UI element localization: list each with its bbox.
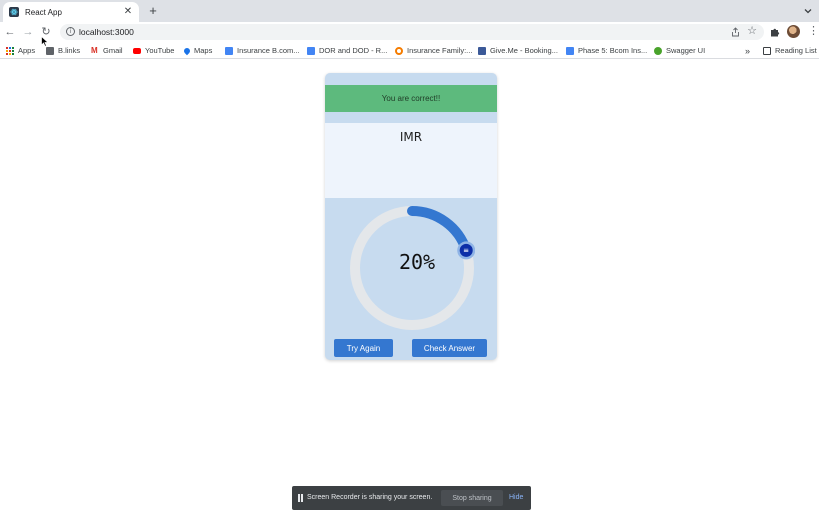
browser-tab[interactable]: React App ✕ xyxy=(3,2,139,22)
quiz-word: IMR xyxy=(399,130,423,144)
profile-avatar[interactable] xyxy=(787,25,800,38)
bookmark-swagger[interactable]: Swagger UI xyxy=(654,45,705,56)
bookmark-label: Give.Me - Booking... xyxy=(490,46,558,55)
reading-list-button[interactable]: Reading List xyxy=(763,45,817,56)
screen-share-bar: Screen Recorder is sharing your screen. … xyxy=(292,486,531,510)
folder-icon xyxy=(46,46,54,55)
docs-icon xyxy=(225,46,233,55)
word-panel: IMR xyxy=(325,123,497,198)
react-favicon-icon xyxy=(9,7,19,17)
bookmark-label: B.links xyxy=(58,46,81,55)
maps-pin-icon xyxy=(182,46,192,55)
tab-title: React App xyxy=(25,7,62,17)
bookmarks-overflow-button[interactable]: » xyxy=(745,45,750,56)
bookmark-maps[interactable]: Maps xyxy=(182,45,213,56)
bookmark-label: Insurance Family:... xyxy=(407,46,473,55)
bookmark-apps[interactable]: Apps xyxy=(6,45,35,56)
orange-logo-icon xyxy=(395,46,403,55)
feedback-text: You are correct!! xyxy=(381,94,441,103)
youtube-icon xyxy=(133,47,141,54)
docs-icon xyxy=(307,46,315,55)
tab-strip: React App ✕ + xyxy=(0,0,819,22)
feedback-banner: You are correct!! xyxy=(325,85,497,112)
bookmark-label: Insurance B.com... xyxy=(237,46,300,55)
bookmark-label: Maps xyxy=(194,46,213,55)
mouse-cursor-icon xyxy=(41,36,49,47)
bookmark-gmail[interactable]: M Gmail xyxy=(91,45,123,56)
try-again-button[interactable]: Try Again xyxy=(334,339,393,357)
reading-list-icon xyxy=(763,46,771,55)
address-bar[interactable]: i localhost:3000 ☆ xyxy=(60,24,764,40)
bookmarks-bar: Apps B.links M Gmail YouTube Maps Insura… xyxy=(0,42,819,59)
bookmark-giveme[interactable]: Give.Me - Booking... xyxy=(478,45,558,56)
bookmark-label: Gmail xyxy=(103,46,123,55)
givemee-icon xyxy=(478,46,486,55)
extensions-puzzle-icon[interactable] xyxy=(770,27,780,37)
url-text[interactable]: localhost:3000 xyxy=(79,27,134,37)
quiz-card: You are correct!! IMR ≡ 20% Try Again Ch… xyxy=(325,73,497,360)
bookmark-label: YouTube xyxy=(145,46,175,55)
tab-close-icon[interactable]: ✕ xyxy=(123,7,133,17)
progress-percent-label: 20% xyxy=(398,250,436,274)
hide-button[interactable]: Hide xyxy=(509,494,523,501)
pause-icon xyxy=(298,494,303,502)
site-info-icon[interactable]: i xyxy=(66,27,75,36)
stop-sharing-button[interactable]: Stop sharing xyxy=(441,490,503,506)
bookmark-blinks[interactable]: B.links xyxy=(46,45,80,56)
forward-button[interactable]: → xyxy=(22,26,34,38)
bookmark-youtube[interactable]: YouTube xyxy=(133,45,174,56)
tab-search-chevron-icon[interactable] xyxy=(803,6,813,16)
new-tab-button[interactable]: + xyxy=(146,4,160,18)
apps-grid-icon xyxy=(6,46,14,55)
back-button[interactable]: ← xyxy=(4,26,16,38)
bookmark-insurance-bcom[interactable]: Insurance B.com... xyxy=(225,45,300,56)
bookmark-label: Apps xyxy=(18,46,36,55)
reading-list-label: Reading List xyxy=(775,46,817,55)
docs-icon xyxy=(566,46,574,55)
check-answer-button[interactable]: Check Answer xyxy=(412,339,487,357)
gauge-progress-arc xyxy=(407,206,472,256)
bookmark-star-icon[interactable]: ☆ xyxy=(747,25,757,38)
bookmark-label: Phase 5: Bcom Ins... xyxy=(578,46,648,55)
bookmark-label: DOR and DOD - R... xyxy=(319,46,388,55)
browser-toolbar: ← → ↻ i localhost:3000 ☆ xyxy=(0,22,819,42)
share-message: Screen Recorder is sharing your screen. xyxy=(307,494,433,501)
share-icon[interactable] xyxy=(731,27,740,37)
bookmark-phase5[interactable]: Phase 5: Bcom Ins... xyxy=(566,45,647,56)
bookmark-dor-dod[interactable]: DOR and DOD - R... xyxy=(307,45,387,56)
bookmark-insurance-family[interactable]: Insurance Family:... xyxy=(395,45,472,56)
swagger-icon xyxy=(654,46,662,55)
bookmark-label: Swagger UI xyxy=(666,46,706,55)
browser-menu-icon[interactable]: ⋮ xyxy=(808,26,819,37)
gmail-icon: M xyxy=(91,45,98,55)
